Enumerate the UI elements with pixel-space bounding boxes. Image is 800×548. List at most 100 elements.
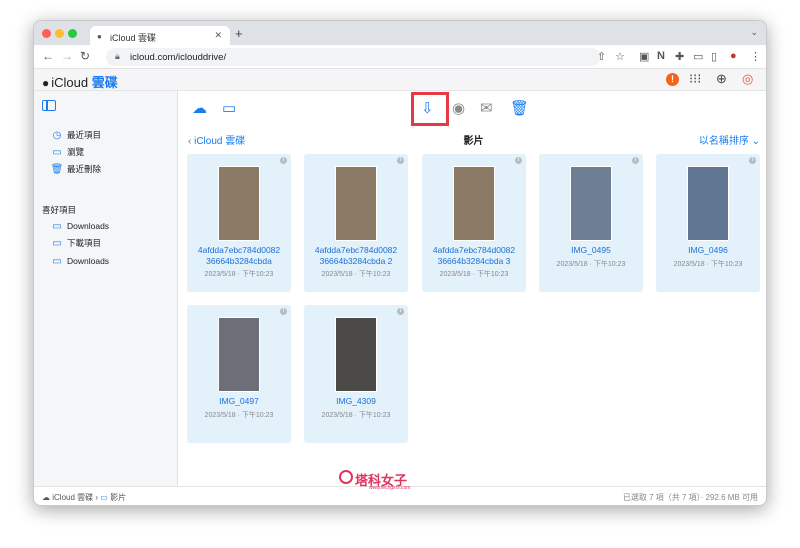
star-icon[interactable]: ☆ [615,50,625,63]
selection-summary: 已選取 7 項（共 7 項）· 292.6 MB 可用 [622,493,758,502]
sidebar-item-downloads-2[interactable]: ▭ Downloads [50,254,109,268]
address-bar[interactable]: 🔒︎ icloud.com/iclouddrive/ [106,48,601,66]
folder-icon: ▭ [52,256,62,267]
reload-icon[interactable]: ↻ [80,49,90,63]
maximize-window-button[interactable] [68,29,77,38]
info-icon[interactable]: i [515,157,522,164]
trash-icon: 🗑︎ [50,164,64,175]
watermark: 塔科女子 www.techgirls.com [339,470,411,491]
brand-drive: 雲碟 [91,75,118,90]
path-folder[interactable]: 影片 [110,493,126,502]
trash-icon[interactable]: 🗑︎ [510,99,529,117]
video-thumbnail [218,317,260,392]
upload-icon[interactable]: ☁︎ [192,99,207,117]
icloud-header: ● iCloud 雲碟 ! ⁝⁝⁝ ⊕ ◎ [34,69,766,91]
sidebar-item-download-items[interactable]: ▭ 下載項目 [50,236,101,250]
forward-icon[interactable]: → [61,49,73,63]
file-name: 4afdda7ebc784d0082 36664b3284cbda [197,245,281,266]
file-card[interactable]: i IMG_0497 2023/5/18 · 下午10:23 [187,305,291,443]
sidebar-icon[interactable]: ▯ [711,50,717,63]
sidebar-item-recently-deleted[interactable]: 🗑︎ 最近刪除 [50,162,101,176]
info-icon[interactable]: i [749,157,756,164]
tab-strip: ● iCloud 雲碟 ✕ + ⌄ [34,21,766,45]
extension-icon[interactable]: N [657,50,665,62]
sidebar-item-label: Downloads [67,256,110,266]
browser-tab[interactable]: ● iCloud 雲碟 ✕ [90,26,230,45]
file-date: 2023/5/18 · 下午10:23 [673,261,743,268]
file-card[interactable]: i IMG_0496 2023/5/18 · 下午10:23 [656,154,760,292]
file-card[interactable]: i IMG_4309 2023/5/18 · 下午10:23 [304,305,408,443]
tab-list-chevron-icon[interactable]: ⌄ [750,27,758,38]
video-thumbnail [570,166,612,241]
new-tab-button[interactable]: + [235,26,243,41]
sidebar-item-browse[interactable]: ▭ 瀏覽 [50,145,84,159]
watermark-url: www.techgirls.com [369,485,411,491]
add-icon[interactable]: ⊕ [716,71,727,87]
folder-title: 影片 [463,136,484,147]
cloud-icon: ☁︎ [42,493,50,502]
file-card[interactable]: i 4afdda7ebc784d0082 36664b3284cbda 2 202… [304,154,408,292]
sort-label: 以名稱排序 [698,136,749,147]
apple-favicon-icon: ● [97,32,102,41]
file-date: 2023/5/18 · 下午10:23 [321,271,391,278]
file-date: 2023/5/18 · 下午10:23 [556,261,626,268]
info-icon[interactable]: i [397,308,404,315]
minimize-window-button[interactable] [55,29,64,38]
video-thumbnail [687,166,729,241]
app-grid-icon[interactable]: ⁝⁝⁝ [689,71,701,87]
new-folder-icon[interactable]: ▭ [222,99,236,117]
camera-icon[interactable]: ▣ [639,50,649,63]
tab-title: iCloud 雲碟 [110,33,157,43]
video-thumbnail [453,166,495,241]
file-date: 2023/5/18 · 下午10:23 [439,271,509,278]
more-icon[interactable]: ⋮ [750,50,761,63]
cast-icon[interactable]: ▭ [693,50,703,63]
close-window-button[interactable] [42,29,51,38]
file-date: 2023/5/18 · 下午10:23 [204,271,274,278]
file-name: 4afdda7ebc784d0082 36664b3284cbda 2 [314,245,398,266]
sidebar-item-label: 下載項目 [67,238,102,248]
sort-menu[interactable]: 以名稱排序 ⌄ [699,132,760,147]
browser-window: ● iCloud 雲碟 ✕ + ⌄ ← → ↻ 🔒︎ icloud.com/ic… [33,20,767,506]
folder-icon: ▭ [52,147,62,158]
file-card[interactable]: i IMG_0495 2023/5/18 · 下午10:23 [539,154,643,292]
file-name: IMG_0495 [571,245,611,255]
sidebar-item-recents[interactable]: ◷ 最近項目 [50,128,101,142]
sidebar-item-label: 最近項目 [67,130,102,140]
watermark-logo-icon [339,470,353,484]
download-icon[interactable]: ⇩ [421,99,434,117]
back-icon[interactable]: ← [42,49,54,63]
alert-badge[interactable]: ! [666,73,679,86]
info-icon[interactable]: i [632,157,639,164]
mail-icon[interactable]: ✉ [480,99,493,117]
share-icon[interactable]: ⇧ [597,50,606,63]
puzzle-icon[interactable]: ✚ [675,50,684,63]
close-tab-icon[interactable]: ✕ [214,30,222,41]
sidebar-item-label: 瀏覽 [67,147,85,157]
info-icon[interactable]: i [397,157,404,164]
file-name: IMG_0497 [219,396,259,406]
avatar[interactable]: ● [730,50,737,62]
info-icon[interactable]: i [280,157,287,164]
brand-prefix: iCloud [51,75,89,90]
icloud-drive-logo[interactable]: ● iCloud 雲碟 [42,72,118,91]
lock-icon: 🔒︎ [115,51,120,61]
path-root[interactable]: iCloud 雲碟 [52,493,93,502]
folder-header: ‹ iCloud 雲碟 影片 以名稱排序 ⌄ [179,127,766,151]
chevron-right-icon: › [95,493,99,502]
file-date: 2023/5/18 · 下午10:23 [321,412,391,419]
sidebar: ◷ 最近項目 ▭ 瀏覽 🗑︎ 最近刪除 喜好項目 ▭ Downloads ▭ 下載項目 ▭… [34,91,178,486]
info-icon[interactable]: i [280,308,287,315]
account-icon[interactable]: ◎ [742,71,753,87]
sidebar-item-downloads[interactable]: ▭ Downloads [50,219,109,233]
file-card[interactable]: i 4afdda7ebc784d0082 36664b3284cbda 2023/… [187,154,291,292]
folder-icon: ▭ [100,493,108,502]
file-browser: ☁︎ ▭ ⇩ ◉ ✉ 🗑︎ ‹ iCloud 雲碟 影片 以名稱排序 ⌄ i 4… [179,91,766,486]
share-person-icon[interactable]: ◉ [452,99,465,117]
clock-icon: ◷ [52,130,62,141]
sidebar-toggle-icon[interactable] [42,100,56,111]
file-name: 4afdda7ebc784d0082 36664b3284cbda 3 [432,245,516,266]
file-card[interactable]: i 4afdda7ebc784d0082 36664b3284cbda 3 202… [422,154,526,292]
file-date: 2023/5/18 · 下午10:23 [204,412,274,419]
browser-toolbar: ← → ↻ 🔒︎ icloud.com/iclouddrive/ ⇧ ☆ ▣ N… [34,45,766,69]
